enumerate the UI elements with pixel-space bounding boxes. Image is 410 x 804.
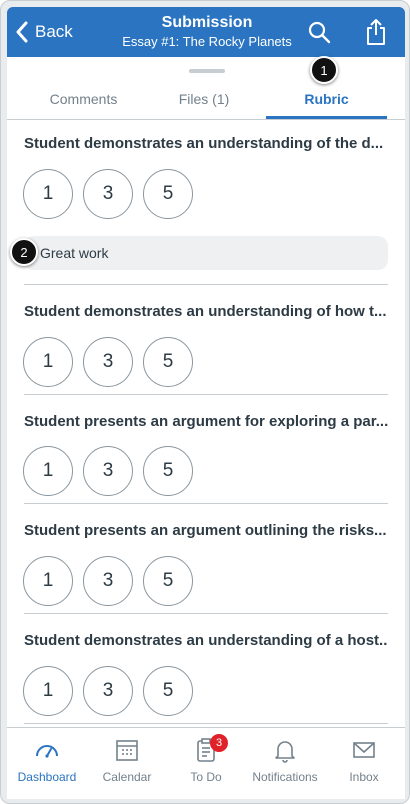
tab-notifications[interactable]: Notifications — [245, 736, 325, 786]
divider — [24, 723, 388, 724]
divider — [24, 394, 388, 395]
rating-button[interactable]: 3 — [83, 446, 133, 496]
chevron-left-icon — [16, 21, 28, 43]
rating-button[interactable]: 1 — [23, 556, 73, 606]
tabs-divider — [7, 119, 405, 120]
tab-label: Dashboard — [17, 770, 77, 784]
nav-header: Back Submission Essay #1: The Rocky Plan… — [7, 7, 405, 57]
callout-marker: 2 — [10, 238, 38, 266]
app-frame: Back Submission Essay #1: The Rocky Plan… — [0, 0, 410, 804]
drawer-tabs: Comments Files (1) Rubric — [7, 79, 405, 119]
rating-button[interactable]: 3 — [83, 169, 133, 219]
rating-button[interactable]: 1 — [23, 169, 73, 219]
rating-button[interactable]: 1 — [23, 666, 73, 716]
tab-inbox[interactable]: Inbox — [324, 736, 404, 786]
submission-drawer: Comments Files (1) Rubric Student demons… — [7, 57, 405, 727]
tab-label: Notifications — [252, 770, 318, 784]
divider — [24, 503, 388, 504]
title-block: Submission Essay #1: The Rocky Planets — [102, 13, 312, 51]
tab-dashboard[interactable]: Dashboard — [7, 736, 87, 786]
rating-button[interactable]: 5 — [143, 169, 193, 219]
rating-button[interactable]: 3 — [83, 337, 133, 387]
bell-icon — [275, 741, 295, 763]
rating-button[interactable]: 1 — [23, 337, 73, 387]
search-button[interactable] — [307, 20, 331, 44]
callout-marker: 1 — [310, 56, 338, 84]
page-title: Submission — [161, 14, 253, 31]
criterion-title: Student demonstrates an understanding of… — [24, 632, 388, 649]
calendar-icon — [116, 740, 138, 761]
rating-button[interactable]: 5 — [143, 337, 193, 387]
divider — [24, 613, 388, 614]
rating-button[interactable]: 5 — [143, 556, 193, 606]
drawer-handle[interactable] — [189, 69, 225, 73]
rating-button[interactable]: 3 — [83, 556, 133, 606]
tab-files[interactable]: Files (1) — [136, 79, 272, 119]
criterion-title: Student presents an argument for explori… — [24, 413, 388, 430]
rating-button[interactable]: 5 — [143, 446, 193, 496]
tab-calendar[interactable]: Calendar — [87, 736, 167, 786]
todo-count-badge: 3 — [210, 734, 228, 752]
share-icon — [367, 19, 385, 45]
bottom-tab-bar: Dashboard Calendar To Do 3 Notifications… — [7, 727, 405, 799]
tab-label: Inbox — [349, 770, 379, 784]
dashboard-icon — [36, 745, 58, 758]
share-button[interactable] — [365, 18, 387, 46]
tab-rubric[interactable]: Rubric — [266, 79, 387, 119]
rubric-comment[interactable]: Great work — [24, 236, 388, 270]
tab-todo[interactable]: To Do 3 — [166, 734, 246, 786]
page-subtitle: Essay #1: The Rocky Planets — [122, 34, 292, 49]
criterion-title: Student presents an argument outlining t… — [24, 522, 387, 539]
criterion-title: Student demonstrates an understanding of… — [24, 135, 384, 152]
criterion-title: Student demonstrates an understanding of… — [24, 303, 387, 320]
rating-button[interactable]: 5 — [143, 666, 193, 716]
rating-button[interactable]: 1 — [23, 446, 73, 496]
rating-button[interactable]: 3 — [83, 666, 133, 716]
back-button[interactable]: Back — [15, 19, 73, 45]
tab-label: Calendar — [102, 770, 152, 784]
back-label: Back — [35, 22, 73, 41]
divider — [24, 284, 388, 285]
search-icon — [308, 21, 331, 44]
inbox-icon — [353, 742, 375, 758]
tab-label: To Do — [190, 770, 222, 784]
